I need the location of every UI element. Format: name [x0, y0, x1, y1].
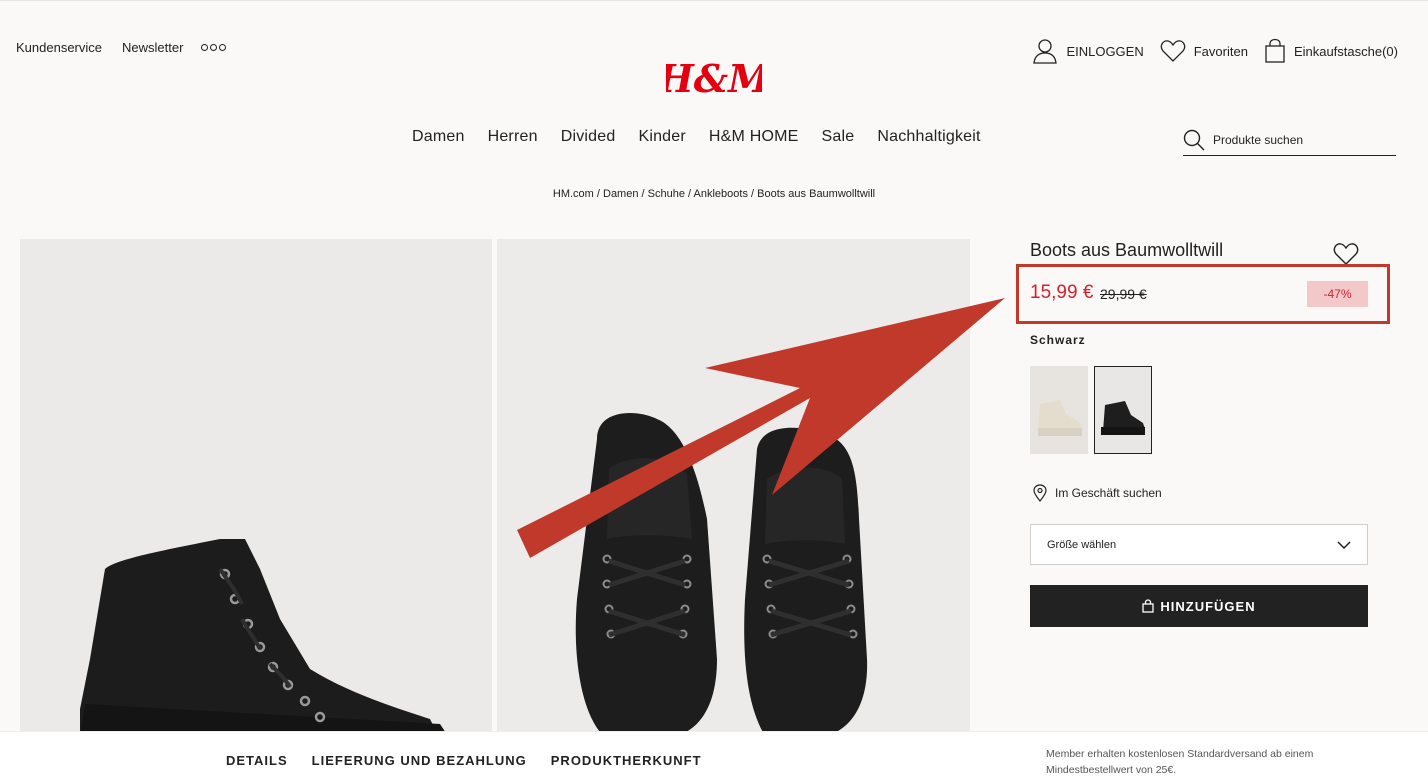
nav-item-damen[interactable]: Damen: [412, 128, 465, 146]
main-nav: Damen Herren Divided Kinder H&M HOME Sal…: [412, 128, 981, 146]
add-to-bag-button[interactable]: HINZUFÜGEN: [1030, 585, 1368, 627]
search-icon[interactable]: [1183, 129, 1205, 151]
bag-icon: [1265, 38, 1285, 63]
favorites-button[interactable]: Favoriten: [1160, 39, 1248, 63]
breadcrumb-item[interactable]: Ankleboots: [694, 188, 748, 200]
breadcrumb-item[interactable]: Schuhe: [648, 188, 685, 200]
boots-top-illustration: [575, 413, 868, 739]
hm-logo[interactable]: H&M: [666, 52, 762, 104]
login-label: EINLOGGEN: [1066, 43, 1144, 59]
tab-delivery-payment[interactable]: LIEFERUNG UND BEZAHLUNG: [312, 753, 527, 768]
more-dots-icon[interactable]: [201, 44, 227, 51]
chevron-down-icon: [1337, 540, 1351, 549]
add-to-bag-label: HINZUFÜGEN: [1160, 598, 1256, 614]
color-swatch-black-selected[interactable]: [1094, 366, 1152, 454]
breadcrumb: HM.com / Damen / Schuhe / Ankleboots / B…: [552, 188, 876, 200]
bag-label: Einkaufstasche(0): [1293, 43, 1398, 59]
heart-icon: [1160, 40, 1185, 62]
boot-beige-thumbnail: [1038, 400, 1082, 436]
favorites-label: Favoriten: [1193, 43, 1248, 59]
color-swatch-beige[interactable]: [1030, 366, 1088, 454]
utility-nav-left: Kundenservice Newsletter: [16, 40, 227, 55]
original-price: 29,99 €: [1100, 286, 1147, 302]
nav-item-divided[interactable]: Divided: [561, 128, 616, 146]
discount-badge: -47%: [1307, 281, 1368, 307]
bag-button[interactable]: Einkaufstasche(0): [1264, 38, 1398, 64]
nav-item-sale[interactable]: Sale: [822, 128, 855, 146]
search-input[interactable]: [1213, 132, 1383, 147]
color-label: Schwarz: [1030, 333, 1086, 347]
nav-item-hm-home[interactable]: H&M HOME: [709, 128, 799, 146]
tab-product-origin[interactable]: PRODUKTHERKUNFT: [551, 753, 702, 768]
search-bar: [1183, 124, 1396, 156]
breadcrumb-item[interactable]: Damen: [603, 188, 638, 200]
find-in-store-link[interactable]: Im Geschäft suchen: [1033, 484, 1162, 502]
add-to-favorites-heart-icon[interactable]: [1333, 242, 1359, 266]
newsletter-link[interactable]: Newsletter: [122, 40, 183, 55]
find-in-store-label: Im Geschäft suchen: [1055, 486, 1162, 500]
bottom-info-bar: DETAILS LIEFERUNG UND BEZAHLUNG PRODUKTH…: [0, 731, 1428, 781]
breadcrumb-current[interactable]: Boots aus Baumwolltwill: [757, 188, 875, 200]
product-info-tabs: DETAILS LIEFERUNG UND BEZAHLUNG PRODUKTH…: [226, 753, 702, 768]
breadcrumb-item[interactable]: HM.com: [553, 188, 594, 200]
size-select-label: Größe wählen: [1047, 538, 1117, 551]
user-icon: [1033, 39, 1058, 64]
customer-service-link[interactable]: Kundenservice: [16, 40, 102, 55]
product-title: Boots aus Baumwolltwill: [1030, 240, 1224, 260]
product-image-top[interactable]: [497, 239, 970, 739]
nav-item-kinder[interactable]: Kinder: [638, 128, 685, 146]
nav-item-nachhaltigkeit[interactable]: Nachhaltigkeit: [877, 128, 980, 146]
logo-text: H&M: [666, 56, 762, 101]
member-shipping-note: Member erhalten kostenlosen Standardvers…: [1046, 748, 1314, 776]
product-image-side[interactable]: [20, 239, 492, 739]
top-border: [0, 0, 1428, 1]
utility-nav-right: EINLOGGEN Favoriten Einkaufstasche(0): [1032, 38, 1398, 64]
login-button[interactable]: EINLOGGEN: [1032, 38, 1144, 64]
lock-bag-icon: [1142, 599, 1155, 613]
boot-black-thumbnail: [1101, 401, 1145, 435]
boot-side-illustration: [80, 539, 450, 739]
sale-price: 15,99 €: [1030, 282, 1094, 303]
nav-item-herren[interactable]: Herren: [488, 128, 538, 146]
tab-details[interactable]: DETAILS: [226, 753, 288, 768]
location-pin-icon: [1033, 484, 1047, 502]
size-select[interactable]: Größe wählen: [1030, 524, 1368, 565]
